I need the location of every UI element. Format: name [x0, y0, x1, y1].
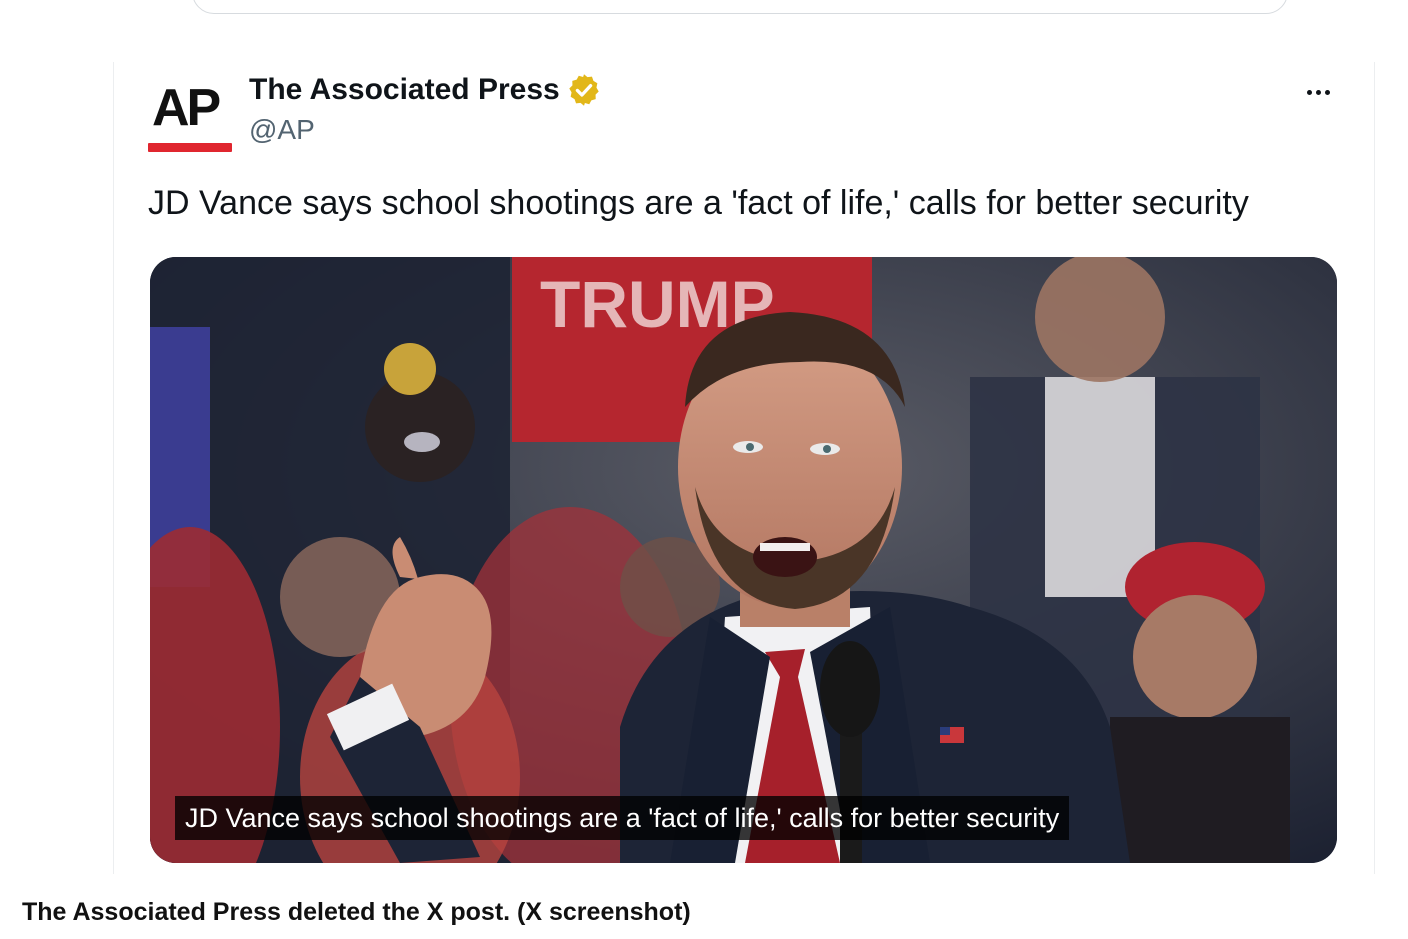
media-caption-overlay: JD Vance says school shootings are a 'fa… [175, 796, 1070, 840]
ap-logo-text: AP [152, 79, 221, 137]
ap-logo-bar [148, 143, 232, 152]
verified-badge-icon [569, 74, 599, 106]
post-media[interactable]: TRUMP JD Vance says school shootings are… [150, 257, 1337, 863]
rally-photo: TRUMP [150, 257, 1337, 863]
embed-container-top [192, 0, 1288, 14]
author-name[interactable]: The Associated Press [249, 73, 560, 107]
author-handle[interactable]: @AP [249, 114, 315, 146]
ap-logo[interactable]: AP [148, 80, 234, 154]
more-options-icon[interactable] [1298, 78, 1338, 106]
post-text: JD Vance says school shootings are a 'fa… [148, 184, 1249, 222]
photo-caption: The Associated Press deleted the X post.… [22, 898, 691, 926]
author-name-row[interactable]: The Associated Press [249, 72, 602, 108]
